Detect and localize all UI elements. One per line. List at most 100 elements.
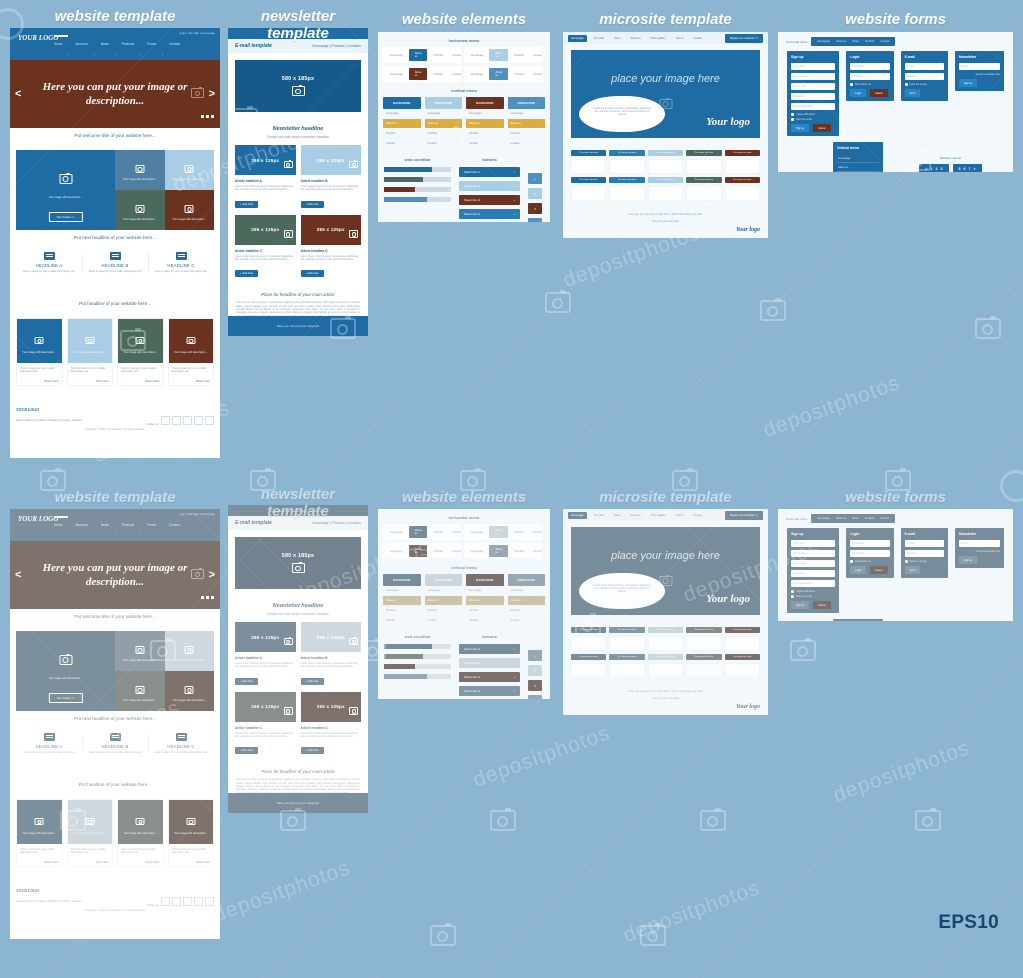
newsletter-button-0[interactable]: Sign up — [959, 79, 978, 87]
login-input-1[interactable]: Password... — [850, 550, 890, 557]
hmenu-item-contact[interactable]: Contact — [449, 529, 464, 536]
microsite-cell-0-0[interactable] — [571, 636, 607, 651]
vmenu-item-1[interactable]: About us — [424, 596, 462, 606]
hmenu-item-about-us[interactable]: About us — [489, 545, 509, 557]
vmenu-item-2[interactable]: Portfolio — [424, 606, 462, 616]
website-template-panel[interactable]: YOUR LOGO Login | Site Map | Homepage Home… — [10, 28, 220, 458]
square-button-2[interactable]: 3 — [528, 203, 542, 214]
login-button-0[interactable]: Login — [850, 89, 867, 97]
vmenu-item-0[interactable]: Homepage — [507, 586, 545, 596]
microsite-bar-1-3[interactable]: Put some info here — [686, 654, 722, 660]
hmenu-item-about-us[interactable]: About us — [408, 526, 428, 538]
vmenu-item-0[interactable]: Homepage — [424, 586, 462, 596]
hmenu-item-about-us[interactable]: About us — [489, 526, 509, 538]
square-button-3[interactable]: 4 — [528, 218, 542, 222]
hmenu-item-about-us[interactable]: About us — [489, 68, 509, 80]
email-button-0[interactable]: Send — [904, 89, 921, 97]
hero-dots[interactable] — [199, 105, 214, 123]
microsite-bar-1-1[interactable]: Put some info here — [609, 654, 645, 660]
signup-input-0[interactable]: Your name... — [791, 540, 836, 547]
website-forms-panel[interactable]: horizontal menu Homepage About us News Portf… — [778, 32, 1013, 172]
microsite-bar-0-0[interactable]: Put some info here — [571, 627, 607, 633]
scrollbar-2[interactable] — [384, 187, 452, 192]
microsite-bar-0-3[interactable]: Put some info here — [686, 150, 722, 156]
microsite-cell-0-2[interactable] — [647, 636, 684, 651]
nav-item-contact[interactable]: Contact — [169, 523, 180, 527]
social-icon-0[interactable] — [161, 897, 170, 906]
element-button-0[interactable]: Select item 1 + — [459, 167, 520, 177]
forms-nav-homepage[interactable]: Homepage — [817, 40, 830, 43]
hmenu-item-portfolio[interactable]: Portfolio — [511, 71, 527, 78]
hmenu-item-portfolio[interactable]: Portfolio — [511, 529, 527, 536]
article-image-placeholder[interactable]: 265 x 125px — [235, 145, 296, 175]
vmenu-item-0[interactable]: Homepage — [383, 109, 421, 119]
microsite-bar-0-2[interactable]: Put some info here — [647, 150, 684, 156]
counter-left-digit-1[interactable]: 1 — [931, 167, 933, 171]
newsletter-nav[interactable]: Homepage | Products | Contacts — [312, 44, 361, 48]
hmenu-item-homepage[interactable]: Homepage — [468, 52, 487, 59]
social-icon-0[interactable] — [161, 416, 170, 425]
microsite-cell-0-1[interactable] — [609, 636, 645, 651]
social-icon-4[interactable] — [205, 416, 214, 425]
signup-input-0[interactable]: Your name... — [791, 63, 836, 70]
microsite-nav-forms[interactable]: Forms — [673, 512, 686, 519]
microsite-bar-0-4[interactable]: Put some info here — [724, 627, 761, 633]
counter-right-digit-0[interactable]: 5 — [959, 167, 961, 171]
square-button-1[interactable]: 2 — [528, 188, 542, 199]
scrollbar-thumb[interactable] — [384, 654, 423, 659]
card-0[interactable]: Your image with description... There is p… — [16, 318, 63, 386]
feature-column-2[interactable]: HEADLINE C Here is place for your smaller… — [147, 733, 211, 754]
hero-next-arrow[interactable]: > — [209, 88, 215, 100]
article-button[interactable]: + click here — [235, 747, 259, 755]
microsite-cell-0-3[interactable] — [686, 159, 722, 174]
vmenu-item-2[interactable]: Portfolio — [383, 129, 421, 139]
website-template-panel-faded[interactable]: YOUR LOGO Login | Site Map | Homepage Home… — [10, 509, 220, 939]
feature-column-1[interactable]: HEADLINE B There is place for your smalle… — [81, 252, 145, 273]
article-image-placeholder[interactable]: 265 x 125px — [300, 622, 361, 652]
signup-input-2[interactable]: Your e-mail... — [791, 560, 836, 567]
hmenu-item-contact[interactable]: Contact — [449, 548, 464, 555]
nav-item-home[interactable]: Home — [54, 523, 63, 527]
scrollbar-thumb[interactable] — [384, 674, 427, 679]
login-input-0[interactable]: Username... — [850, 63, 890, 70]
login-checkbox-0[interactable]: Remember me — [850, 83, 889, 86]
email-input-0[interactable]: E-mail... — [904, 63, 944, 70]
card-link[interactable]: Read it here — [17, 377, 62, 385]
microsite-cell-0-4[interactable] — [724, 159, 761, 174]
microsite-hero[interactable]: place your image here Lorem ipsum dolor s… — [571, 527, 760, 615]
microsite-cell-1-3[interactable] — [686, 186, 722, 201]
email-input-1[interactable]: Message... — [904, 550, 944, 557]
newsletter-hero-placeholder[interactable]: 580 x 185px — [235, 60, 361, 112]
scrollbar-3[interactable] — [384, 197, 452, 202]
website-elements-panel-faded[interactable]: horizontal menu Homepage About us Portfolio… — [378, 509, 550, 699]
social-icon-1[interactable] — [172, 416, 181, 425]
article-button[interactable]: + click here — [300, 200, 324, 208]
website-elements-panel[interactable]: horizontal menu Homepage About us Portfolio… — [378, 32, 550, 222]
forms-nav-homepage[interactable]: Homepage — [817, 517, 830, 520]
vmenu-item-2[interactable]: Portfolio — [424, 129, 462, 139]
microsite-cell-0-2[interactable] — [647, 159, 684, 174]
square-button-1[interactable]: 2 — [528, 665, 542, 676]
card-3[interactable]: Your image with description... There is p… — [167, 799, 214, 867]
card-2[interactable]: Your image with description... There is p… — [117, 799, 164, 867]
scrollbar-thumb[interactable] — [384, 644, 433, 649]
card-link[interactable]: Read it here — [118, 858, 163, 866]
microsite-cta[interactable]: Register our newsletter >> — [724, 510, 763, 520]
checkbox-icon[interactable] — [791, 113, 794, 116]
vmenu-item-0[interactable]: Homepage — [424, 109, 462, 119]
microsite-cell-1-3[interactable] — [686, 663, 722, 678]
counter-right-digit-2[interactable]: 7 — [969, 167, 971, 171]
square-button-2[interactable]: 3 — [528, 680, 542, 691]
microsite-cell-1-0[interactable] — [571, 663, 607, 678]
email-input-1[interactable]: Message... — [904, 73, 944, 80]
microsite-cta[interactable]: Register our newsletter >> — [724, 33, 763, 43]
mosaic-cell-large[interactable]: Your image with description... Your butto… — [16, 631, 115, 711]
mosaic-cell-4[interactable]: Your image with description... — [164, 190, 214, 230]
vmenu-item-1[interactable]: About us — [507, 119, 545, 129]
feature-column-0[interactable]: HEADLINE A Here is place for your smaller… — [18, 252, 79, 273]
mosaic-cta-button[interactable]: Your button >> — [48, 212, 83, 222]
square-button-0[interactable]: + — [528, 173, 542, 184]
checkbox-icon[interactable] — [791, 595, 794, 598]
vmenu-item-3[interactable]: Contact — [507, 616, 545, 626]
vmenu-item-3[interactable]: Contact — [507, 139, 545, 149]
